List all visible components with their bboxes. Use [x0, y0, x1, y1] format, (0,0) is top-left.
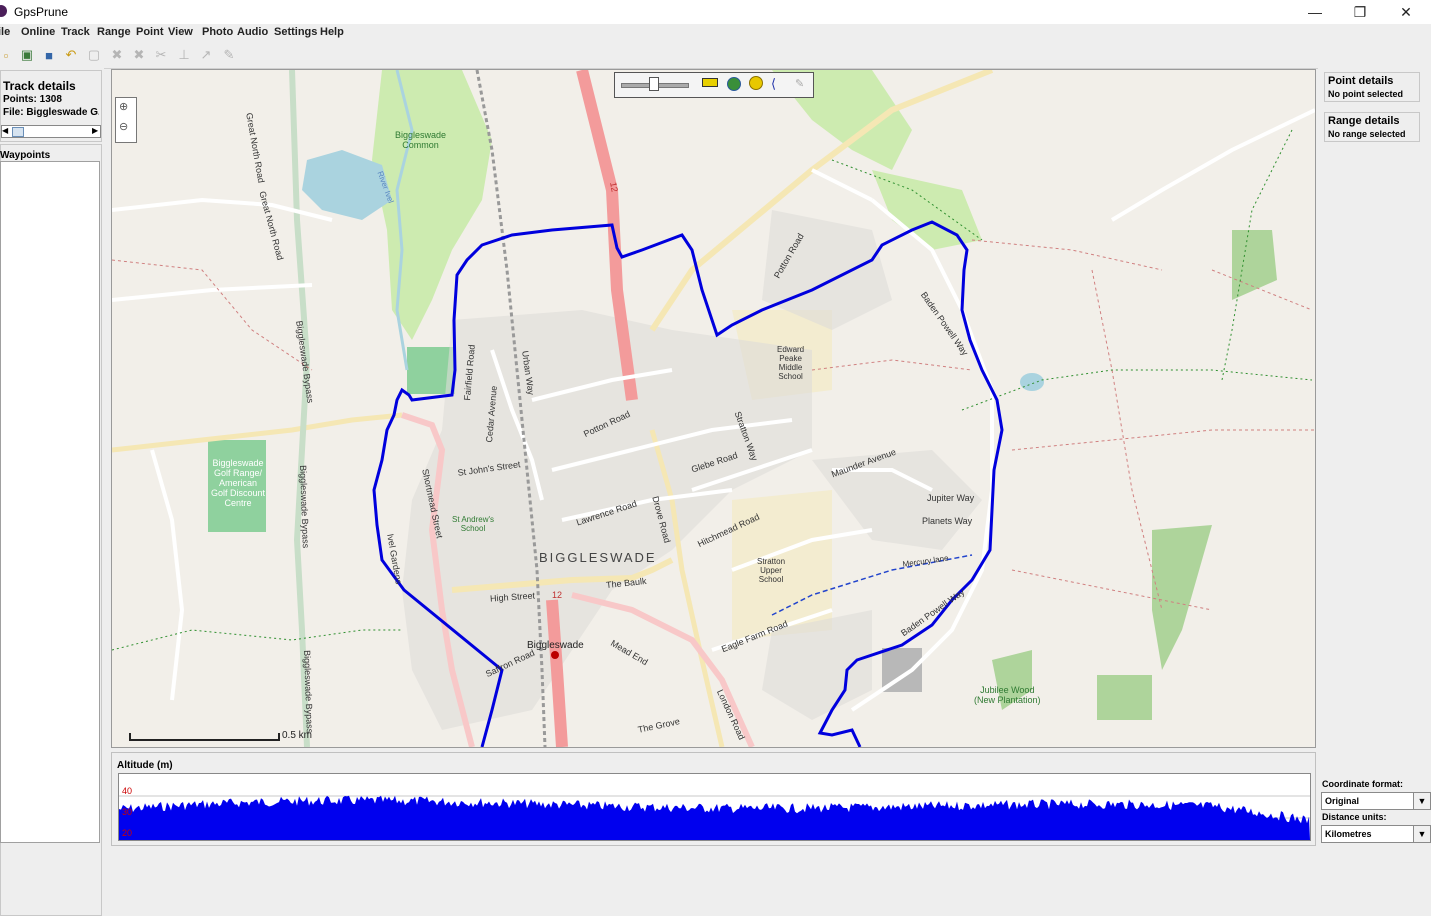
undo-icon[interactable]: ↶: [61, 45, 81, 65]
tick-20: 20: [122, 828, 133, 838]
distance-units-label: Distance units:: [1322, 812, 1387, 822]
add-point-icon[interactable]: ↗: [196, 45, 216, 65]
slider-right-arrow[interactable]: ▶: [92, 126, 100, 137]
draw-icon[interactable]: ✎: [219, 45, 239, 65]
track-details-title: Track details: [3, 79, 76, 93]
delete-point-icon[interactable]: ✖: [107, 45, 127, 65]
range-details-status: No range selected: [1328, 129, 1406, 139]
window-title: GpsPrune: [14, 5, 69, 19]
map-canvas[interactable]: [112, 70, 1315, 747]
edit-point-icon[interactable]: ▢: [84, 45, 104, 65]
distance-units-value: Kilometres: [1325, 829, 1372, 839]
minimize-button[interactable]: —: [1292, 0, 1338, 24]
wood-green-area: [872, 170, 982, 250]
waypoints-list[interactable]: [0, 161, 100, 843]
range-details-title: Range details: [1328, 115, 1400, 127]
menu-audio[interactable]: Audio: [237, 26, 268, 38]
point-details-title: Point details: [1328, 75, 1394, 87]
label-road-a1-b: 12: [552, 590, 563, 600]
title-bar: GpsPrune — ❐ ✕: [0, 0, 1431, 24]
map-view[interactable]: ⊕ ⊖ ⟨ ✎ Biggleswade Common River Ivel Gr…: [111, 69, 1316, 748]
label-stratton-upper-school: Stratton Upper School: [757, 557, 786, 584]
label-road-a1: 12: [608, 181, 620, 193]
distance-units-select[interactable]: Kilometres ▼: [1321, 825, 1431, 843]
slider-thumb[interactable]: [12, 127, 24, 137]
track-details-panel: Track details Points: 1308 File: Biggles…: [0, 70, 102, 142]
left-panel: Track details Points: 1308 File: Biggles…: [0, 68, 104, 916]
label-biggleswade-common: Biggleswade Common: [395, 130, 447, 150]
menu-help[interactable]: Help: [320, 26, 344, 38]
globe-icon[interactable]: [727, 77, 741, 91]
connect-points-icon[interactable]: ⟨: [771, 76, 776, 92]
menu-range[interactable]: Range: [97, 26, 131, 38]
woodland-area-3: [1097, 675, 1152, 720]
scale-label: 0.5 km: [282, 730, 313, 741]
slider-left-arrow[interactable]: ◀: [2, 126, 10, 137]
connect-icon[interactable]: ⊥: [174, 45, 194, 65]
label-golf-range: Biggleswade Golf Range/ American Golf Di…: [210, 458, 266, 508]
track-slider[interactable]: ◀ ▶: [1, 125, 101, 138]
point-details-status: No point selected: [1328, 89, 1404, 99]
menu-track[interactable]: Track: [61, 26, 90, 38]
label-jupiter-way: Jupiter Way: [927, 493, 975, 503]
coordinate-format-value: Original: [1325, 796, 1360, 806]
cut-move-icon[interactable]: ✂: [151, 45, 171, 65]
label-jubilee-wood: Jubilee Wood (New Plantation): [974, 685, 1041, 705]
great-north-road: [289, 70, 311, 747]
menu-settings[interactable]: Settings: [274, 26, 317, 38]
menu-photo[interactable]: Photo: [202, 26, 233, 38]
close-button[interactable]: ✕: [1383, 0, 1429, 24]
zoom-control: ⊕ ⊖: [115, 97, 137, 143]
menu-point[interactable]: Point: [136, 26, 164, 38]
woodland-area-2: [1152, 525, 1212, 670]
altitude-profile-svg: [119, 795, 1310, 840]
zoom-in-button[interactable]: ⊕: [119, 100, 128, 113]
altitude-profile-title: Altitude (m): [117, 760, 173, 771]
altitude-profile-panel: Altitude (m) 40 30 20: [111, 752, 1316, 846]
station-marker: [551, 651, 559, 659]
restore-button[interactable]: ❐: [1337, 0, 1383, 24]
chevron-down-icon[interactable]: ▼: [1413, 826, 1430, 842]
menu-view[interactable]: View: [168, 26, 193, 38]
track-file-name: File: Biggleswade G...: [3, 107, 99, 118]
tick-40: 40: [122, 786, 133, 796]
map-floating-toolbar: ⟨ ✎: [614, 72, 814, 98]
toolbar: ▫ ▣ ■ ↶ ▢ ✖ ✖ ✂ ⊥ ↗ ✎: [0, 42, 1431, 69]
pond-water: [1020, 373, 1044, 391]
open-icon[interactable]: ▣: [17, 45, 37, 65]
coordinate-format-select[interactable]: Original ▼: [1321, 792, 1431, 810]
point-details-panel: Point details No point selected: [1324, 72, 1420, 102]
new-icon[interactable]: ▫: [0, 45, 16, 65]
common-green-area: [372, 70, 492, 340]
range-details-panel: Range details No range selected: [1324, 112, 1420, 142]
edit-mode-icon[interactable]: ✎: [795, 77, 804, 90]
autopan-icon[interactable]: [749, 76, 763, 90]
coordinate-format-label: Coordinate format:: [1322, 779, 1403, 789]
tick-30: 30: [122, 807, 133, 817]
delete-range-icon[interactable]: ✖: [129, 45, 149, 65]
menu-file[interactable]: ile: [0, 26, 10, 38]
menu-bar: ile Online Track Range Point View Photo …: [0, 24, 1431, 42]
app-logo-icon: [0, 5, 7, 17]
label-st-andrews-school: St Andrew's School: [452, 515, 494, 533]
zoom-out-button[interactable]: ⊖: [119, 120, 128, 133]
right-panel: Point details No point selected Range de…: [1318, 68, 1431, 847]
track-points-count: Points: 1308: [3, 94, 62, 105]
altitude-area: [119, 795, 1310, 840]
label-biggleswade-station: Biggleswade: [527, 640, 584, 651]
label-edward-peake-school: Edward Peake Middle School: [777, 345, 805, 381]
scale-bar: [129, 733, 280, 741]
save-icon[interactable]: ■: [39, 45, 59, 65]
altitude-profile-chart[interactable]: 40 30 20: [118, 773, 1311, 841]
waypoints-title: Waypoints: [0, 150, 51, 161]
ruler-icon[interactable]: [702, 78, 718, 87]
label-planets-way: Planets Way: [922, 516, 973, 526]
chevron-down-icon[interactable]: ▼: [1413, 793, 1430, 809]
label-town-biggleswade: BIGGLESWADE: [539, 550, 657, 565]
menu-online[interactable]: Online: [21, 26, 55, 38]
transparency-slider-thumb[interactable]: [649, 77, 659, 91]
